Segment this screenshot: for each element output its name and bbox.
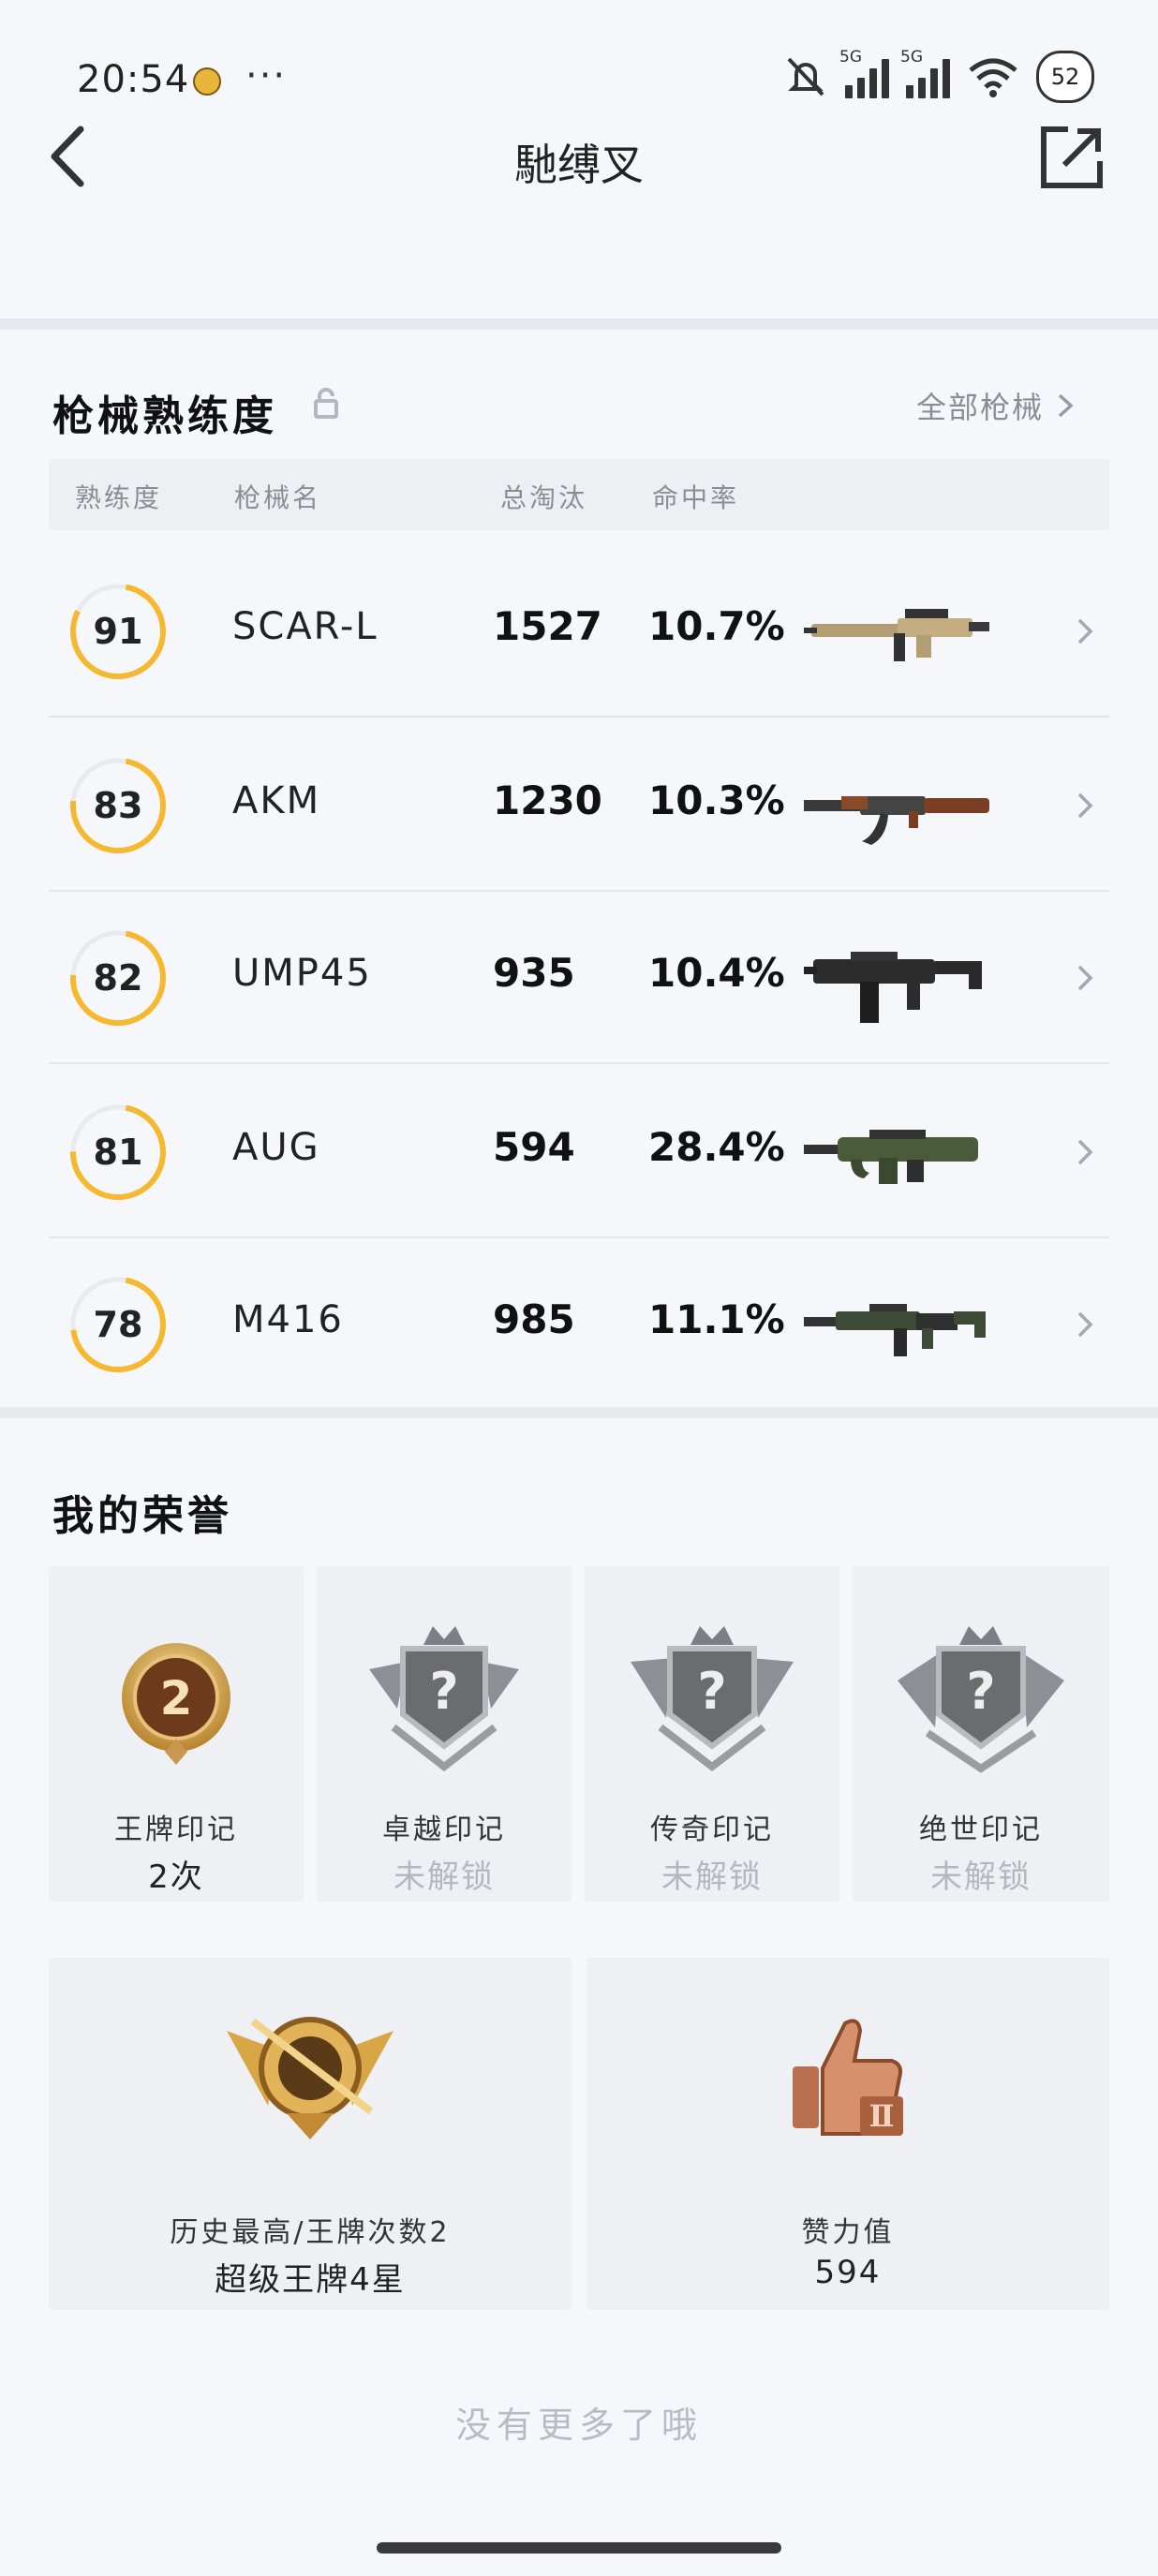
weapon-name: SCAR-L [232,605,379,648]
proficiency-value: 78 [93,1304,143,1345]
weapon-proficiency-title: 枪械熟练度 [52,392,277,440]
honor-card-legend[interactable]: ? 传奇印记 未解锁 [585,1566,839,1902]
weapon-name: AKM [232,779,321,822]
ace-badge-number: 2 [160,1671,193,1725]
badge-question-mark: ? [697,1662,726,1721]
col-weapon-name: 枪械名 [234,482,322,513]
weapon-name: UMP45 [232,952,372,995]
badge-question-mark: ? [429,1662,458,1721]
col-total-kills: 总淘汰 [500,482,588,513]
locked-badge-icon: ? [631,1626,794,1772]
signal-2-icon: 5G [900,48,950,98]
total-kills: 985 [493,1296,575,1342]
chevron-right-icon [1077,792,1093,819]
app-notification-icon [193,67,221,96]
proficiency-value: 91 [93,611,143,652]
total-kills: 1527 [493,603,602,649]
total-kills: 935 [493,950,575,996]
locked-badge-icon: ? [898,1626,1064,1773]
no-more-text: 没有更多了哦 [454,2405,703,2446]
accuracy: 10.7% [648,603,785,649]
scar-l-gun-icon [804,609,989,661]
honor-label: 历史最高/王牌次数2 [170,2216,451,2249]
network-type-1: 5G [839,48,862,67]
accuracy: 10.4% [648,950,785,996]
honor-label: 绝世印记 [919,1814,1043,1846]
weapon-row[interactable]: 91 SCAR-L 1527 10.7% [49,545,1109,718]
lock-icon[interactable] [313,388,339,420]
honor-card-peerless[interactable]: ? 绝世印记 未解锁 [853,1566,1109,1902]
page-title: 馳缚叉 [514,140,644,190]
honor-card-ace[interactable]: 2 王牌印记 2次 [49,1566,304,1902]
share-icon[interactable] [1040,126,1104,189]
proficiency-value: 82 [93,957,143,999]
m416-gun-icon [804,1304,986,1356]
ump45-gun-icon [804,952,982,1023]
all-weapons-link[interactable]: 全部枪械 [916,384,1074,427]
ace-badge-icon: 2 [122,1643,230,1765]
svg-text:Ⅱ: Ⅱ [869,2098,895,2134]
honor-card-likes[interactable]: Ⅱ 赞力值 594 [586,1958,1109,2310]
accuracy: 11.1% [648,1296,785,1342]
network-type-2: 5G [900,48,923,67]
chevron-right-icon [1077,965,1093,991]
badge-question-mark: ? [966,1662,995,1721]
accuracy: 28.4% [648,1124,785,1170]
super-ace-badge-icon [227,2017,393,2139]
section-divider [0,318,1158,330]
thumbs-up-icon: Ⅱ [793,2019,903,2136]
aug-gun-icon [804,1130,978,1184]
honor-card-highest-rank[interactable]: 历史最高/王牌次数2 超级王牌4星 [49,1958,572,2310]
weapon-row[interactable]: 78 M416 985 11.1% [49,1238,1109,1411]
honor-card-excellence[interactable]: ? 卓越印记 未解锁 [317,1566,572,1902]
wifi-icon [969,58,1017,97]
col-accuracy: 命中率 [652,482,740,513]
proficiency-value: 81 [93,1132,143,1173]
status-bar: 20:54 ··· 5G 5G 52 [0,0,1158,122]
mute-bell-icon [787,57,824,96]
honor-value: 594 [814,2254,882,2291]
all-weapons-label: 全部枪械 [916,390,1045,425]
section-divider [0,1407,1158,1418]
locked-badge-icon: ? [369,1626,519,1772]
chevron-right-icon [1077,618,1093,644]
chevron-right-icon [1077,1311,1093,1338]
weapon-row[interactable]: 82 UMP45 935 10.4% [49,892,1109,1064]
signal-1-icon: 5G [839,48,889,98]
honors-title: 我的荣誉 [52,1492,232,1540]
chevron-right-icon [1058,393,1074,418]
weapon-row[interactable]: 81 AUG 594 28.4% [49,1066,1109,1238]
total-kills: 1230 [493,777,602,823]
proficiency-value: 83 [93,785,143,826]
weapon-table-header: 熟练度 枪械名 总淘汰 命中率 [49,459,1109,530]
weapon-row[interactable]: 83 AKM 1230 10.3% [49,719,1109,892]
status-time: 20:54 [77,58,190,101]
honor-value: 2次 [148,1858,204,1896]
weapon-name: M416 [232,1298,344,1341]
more-notifications-icon: ··· [245,54,288,97]
honor-label: 传奇印记 [650,1814,774,1846]
honor-label: 赞力值 [801,2216,895,2249]
honor-value: 超级王牌4星 [215,2261,406,2299]
battery-indicator: 52 [1036,51,1094,103]
akm-gun-icon [804,796,989,845]
honor-label: 卓越印记 [382,1814,506,1846]
chevron-right-icon [1077,1139,1093,1165]
col-proficiency: 熟练度 [75,482,163,513]
accuracy: 10.3% [648,777,785,823]
home-indicator[interactable] [377,2542,781,2554]
honor-value: 未解锁 [661,1858,763,1896]
honor-value: 未解锁 [393,1858,495,1896]
honor-value: 未解锁 [930,1858,1032,1896]
total-kills: 594 [493,1124,575,1170]
honor-label: 王牌印记 [114,1814,238,1846]
weapon-name: AUG [232,1126,320,1169]
